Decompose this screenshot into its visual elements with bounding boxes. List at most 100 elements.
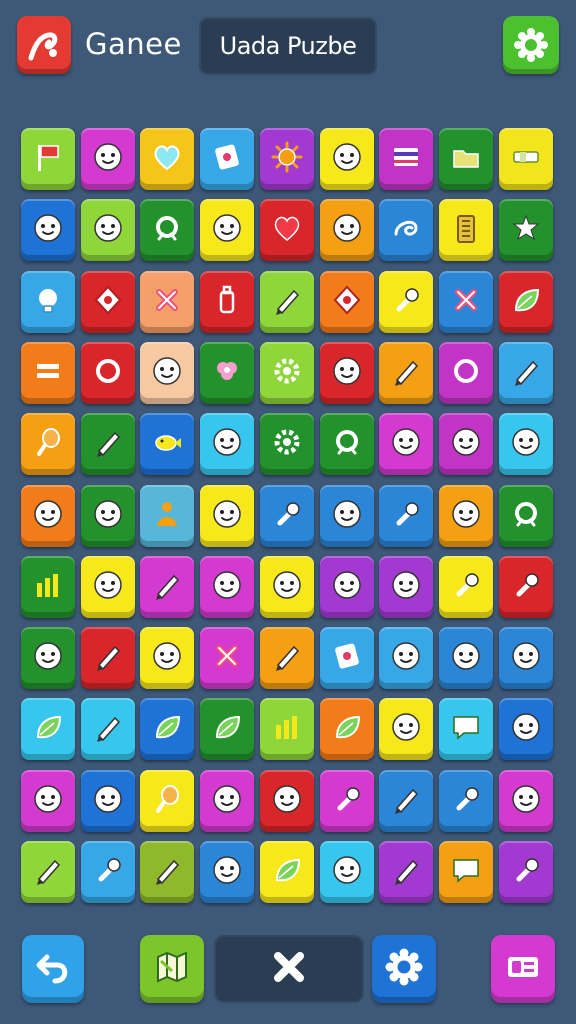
game-tile[interactable] [21,556,75,618]
game-tile[interactable] [260,627,314,689]
game-tile[interactable] [260,342,314,404]
game-tile[interactable] [200,128,254,190]
game-tile[interactable] [320,413,374,475]
game-tile[interactable] [379,128,433,190]
game-tile[interactable] [140,342,194,404]
game-tile[interactable] [320,770,374,832]
game-tile[interactable] [379,841,433,903]
game-tile[interactable] [21,841,75,903]
game-tile[interactable] [81,199,135,261]
game-tile[interactable] [200,770,254,832]
game-tile[interactable] [21,485,75,547]
game-tile[interactable] [439,199,493,261]
shuffle-button[interactable] [214,935,364,1003]
game-tile[interactable] [320,698,374,760]
game-tile[interactable] [140,841,194,903]
game-tile[interactable] [140,128,194,190]
game-tile[interactable] [81,841,135,903]
game-tile[interactable] [81,413,135,475]
game-tile[interactable] [499,770,553,832]
game-tile[interactable] [320,342,374,404]
game-tile[interactable] [81,485,135,547]
game-tile[interactable] [200,698,254,760]
game-tile[interactable] [320,271,374,333]
game-tile[interactable] [499,199,553,261]
game-tile[interactable] [81,627,135,689]
undo-button[interactable] [22,935,84,1003]
game-tile[interactable] [21,627,75,689]
game-tile[interactable] [379,627,433,689]
game-tile[interactable] [439,413,493,475]
game-tile[interactable] [499,698,553,760]
game-tile[interactable] [379,413,433,475]
game-tile[interactable] [140,199,194,261]
game-tile[interactable] [260,770,314,832]
game-tile[interactable] [260,485,314,547]
game-tile[interactable] [260,199,314,261]
game-tile[interactable] [320,199,374,261]
game-tile[interactable] [260,128,314,190]
game-tile[interactable] [200,199,254,261]
game-tile[interactable] [81,128,135,190]
game-tile[interactable] [81,271,135,333]
game-tile[interactable] [320,128,374,190]
game-tile[interactable] [379,485,433,547]
game-tile[interactable] [200,627,254,689]
game-tile[interactable] [260,556,314,618]
game-tile[interactable] [439,485,493,547]
game-tile[interactable] [200,841,254,903]
game-tile[interactable] [439,770,493,832]
game-tile[interactable] [200,342,254,404]
game-tile[interactable] [21,413,75,475]
game-tile[interactable] [439,342,493,404]
game-tile[interactable] [260,271,314,333]
game-tile[interactable] [140,485,194,547]
game-tile[interactable] [81,342,135,404]
game-tile[interactable] [200,271,254,333]
game-tile[interactable] [21,698,75,760]
game-tile[interactable] [21,199,75,261]
game-tile[interactable] [499,413,553,475]
game-tile[interactable] [81,770,135,832]
game-tile[interactable] [379,770,433,832]
game-tile[interactable] [320,627,374,689]
game-tile[interactable] [439,627,493,689]
game-tile[interactable] [439,271,493,333]
game-tile[interactable] [21,342,75,404]
game-tile[interactable] [499,271,553,333]
game-tile[interactable] [260,841,314,903]
game-tile[interactable] [439,128,493,190]
game-tile[interactable] [200,556,254,618]
game-tile[interactable] [320,556,374,618]
game-tile[interactable] [21,271,75,333]
game-tile[interactable] [439,841,493,903]
map-button[interactable] [140,935,204,1003]
game-tile[interactable] [200,413,254,475]
game-tile[interactable] [21,770,75,832]
game-tile[interactable] [140,698,194,760]
game-tile[interactable] [320,485,374,547]
game-tile[interactable] [439,698,493,760]
game-tile[interactable] [439,556,493,618]
game-tile[interactable] [499,556,553,618]
game-tile[interactable] [81,556,135,618]
game-tile[interactable] [140,627,194,689]
game-tile[interactable] [499,841,553,903]
game-tile[interactable] [140,413,194,475]
game-tile[interactable] [499,342,553,404]
card-button[interactable] [491,935,555,1003]
game-tile[interactable] [260,413,314,475]
game-tile[interactable] [499,128,553,190]
game-tile[interactable] [499,485,553,547]
game-tile[interactable] [200,485,254,547]
game-tile[interactable] [379,698,433,760]
game-tile[interactable] [379,342,433,404]
settings-bottom-button[interactable] [372,935,436,1003]
game-tile[interactable] [81,698,135,760]
game-tile[interactable] [21,128,75,190]
game-tile[interactable] [379,271,433,333]
game-tile[interactable] [320,841,374,903]
game-tile[interactable] [499,627,553,689]
game-tile[interactable] [260,698,314,760]
game-tile[interactable] [140,271,194,333]
